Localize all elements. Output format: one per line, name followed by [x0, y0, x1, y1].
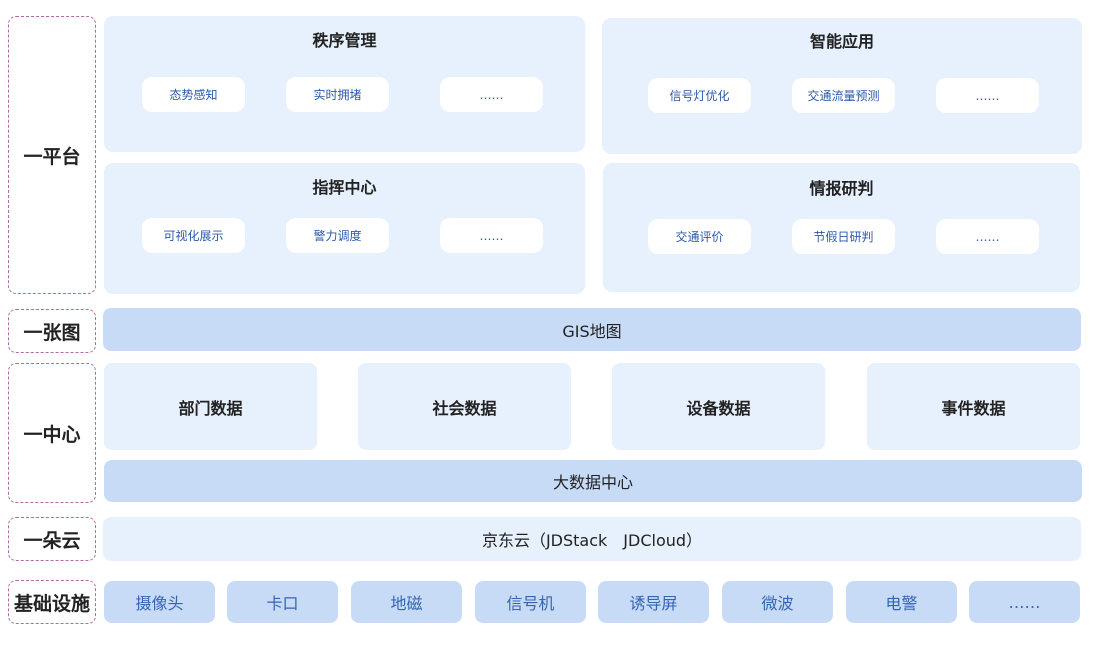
bigdata-center-bar[interactable]: 大数据中心: [104, 460, 1082, 502]
layer-label-map-text: 一张图: [23, 321, 81, 344]
data-box-event-label: 事件数据: [941, 398, 1006, 418]
bigdata-center-label: 大数据中心: [552, 473, 633, 492]
chip-realtime-congestion[interactable]: 实时拥堵: [286, 77, 389, 112]
data-box-department[interactable]: 部门数据: [104, 363, 317, 450]
infra-item-checkpoint[interactable]: 卡口: [227, 581, 338, 623]
data-box-social[interactable]: 社会数据: [358, 363, 571, 450]
layer-label-infra-text: 基础设施: [13, 592, 90, 615]
chip-signal-optimization[interactable]: 信号灯优化: [648, 78, 751, 113]
infra-item-more-label: ……: [1008, 592, 1041, 612]
infra-item-microwave[interactable]: 微波: [722, 581, 833, 623]
panel-title-command-center: 指挥中心: [312, 178, 377, 197]
infra-item-signal-machine[interactable]: 信号机: [475, 581, 586, 623]
panel-intelligence-analysis: 情报研判 交通评价 节假日研判 ……: [603, 163, 1080, 292]
chip-holiday-analysis[interactable]: 节假日研判: [792, 219, 895, 254]
layer-label-infra: 基础设施: [8, 580, 96, 624]
layer-label-platform: 一平台: [8, 16, 96, 294]
layer-label-platform-text: 一平台: [23, 145, 81, 168]
layer-label-map: 一张图: [8, 309, 96, 353]
infra-item-microwave-label: 微波: [761, 594, 794, 613]
data-box-device[interactable]: 设备数据: [612, 363, 825, 450]
chip-more-smart[interactable]: ……: [936, 78, 1039, 113]
infra-item-geomagnetic-label: 地磁: [390, 594, 423, 613]
panel-title-intelligence-analysis: 情报研判: [809, 179, 874, 198]
panel-command-center: 指挥中心 可视化展示 警力调度 ……: [104, 163, 585, 294]
chip-more-command[interactable]: ……: [440, 218, 543, 253]
gis-map-label: GIS地图: [562, 321, 622, 341]
panel-order-management: 秩序管理 态势感知 实时拥堵 ……: [104, 16, 585, 152]
panel-title-smart-application: 智能应用: [809, 32, 874, 51]
layer-label-cloud-text: 一朵云: [23, 529, 81, 552]
data-box-event[interactable]: 事件数据: [867, 363, 1080, 450]
cloud-label: 京东云（JDStack JDCloud）: [481, 531, 703, 550]
layer-label-cloud: 一朵云: [8, 517, 96, 561]
infra-item-signal-machine-label: 信号机: [506, 594, 555, 613]
chip-visualization[interactable]: 可视化展示: [142, 218, 245, 253]
chip-police-dispatch[interactable]: 警力调度: [286, 218, 389, 253]
infra-item-geomagnetic[interactable]: 地磁: [351, 581, 462, 623]
infra-item-guidance-screen[interactable]: 诱导屏: [598, 581, 709, 623]
panel-title-order-management: 秩序管理: [312, 31, 377, 50]
infra-item-camera-label: 摄像头: [135, 594, 184, 613]
infra-item-camera[interactable]: 摄像头: [104, 581, 215, 623]
chip-more-order[interactable]: ……: [440, 77, 543, 112]
cloud-bar[interactable]: 京东云（JDStack JDCloud）: [103, 517, 1081, 561]
infra-item-electronic-police-label: 电警: [885, 594, 918, 613]
layer-label-center-text: 一中心: [23, 423, 81, 446]
infra-item-more[interactable]: ……: [969, 581, 1080, 623]
infra-item-checkpoint-label: 卡口: [266, 594, 299, 613]
infra-item-electronic-police[interactable]: 电警: [846, 581, 957, 623]
infra-item-guidance-screen-label: 诱导屏: [629, 594, 678, 613]
data-box-department-label: 部门数据: [178, 398, 243, 418]
gis-map-bar[interactable]: GIS地图: [103, 308, 1081, 351]
data-box-social-label: 社会数据: [432, 398, 497, 418]
chip-more-intel[interactable]: ……: [936, 219, 1039, 254]
layer-label-center: 一中心: [8, 363, 96, 503]
data-box-device-label: 设备数据: [686, 398, 751, 418]
panel-smart-application: 智能应用 信号灯优化 交通流量预测 ……: [602, 18, 1082, 154]
chip-situation-awareness[interactable]: 态势感知: [142, 77, 245, 112]
chip-traffic-evaluation[interactable]: 交通评价: [648, 219, 751, 254]
chip-traffic-flow-prediction[interactable]: 交通流量预测: [792, 78, 895, 113]
